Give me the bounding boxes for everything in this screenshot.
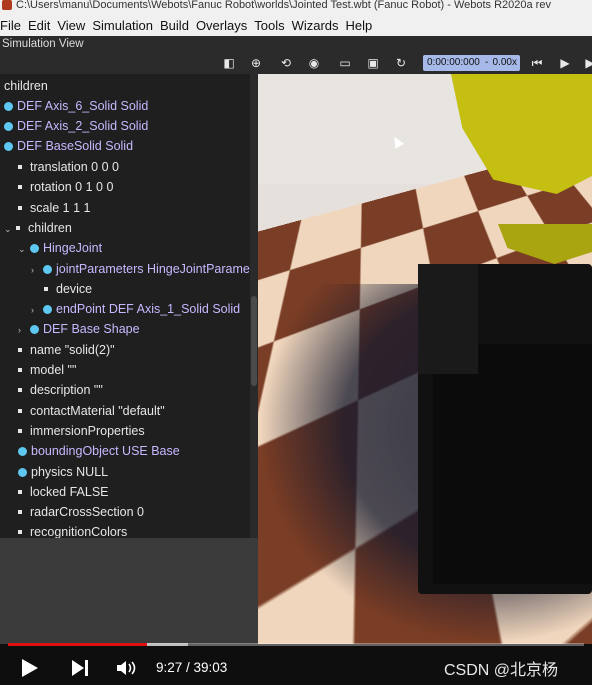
tree-item[interactable]: DEF Axis_6_Solid Solid [4, 96, 148, 116]
field-icon [18, 206, 22, 210]
tree-item[interactable]: children [4, 76, 48, 96]
chevron-right-icon[interactable]: › [31, 300, 40, 320]
field-icon [18, 185, 22, 189]
add-node-icon[interactable]: ⊕ [249, 56, 263, 70]
tree-item[interactable]: › jointParameters HingeJointParameters [31, 259, 258, 279]
tree-item[interactable]: contactMaterial "default" [18, 401, 165, 421]
menu-build[interactable]: Build [160, 18, 194, 33]
tree-item[interactable]: scale 1 1 1 [18, 198, 90, 218]
menu-overlays[interactable]: Overlays [196, 18, 252, 33]
tree-item[interactable]: immersionProperties [18, 421, 145, 441]
menu-simulation[interactable]: Simulation [92, 18, 158, 33]
menu-bar: File Edit View Simulation Build Overlays… [0, 14, 592, 36]
field-icon [16, 226, 20, 230]
window-title: C:\Users\manu\Documents\Webots\Fanuc Rob… [16, 0, 551, 11]
tree-item[interactable]: locked FALSE [18, 482, 109, 502]
chevron-down-icon[interactable]: ⌄ [4, 219, 13, 239]
tree-scrollbar[interactable] [250, 74, 258, 538]
tree-item[interactable]: device [44, 279, 92, 299]
save-world-icon[interactable]: ▣ [366, 56, 380, 70]
tree-item[interactable]: ⌄ children [4, 218, 72, 238]
tree-item[interactable]: physics NULL [18, 462, 108, 482]
reset-view-icon[interactable]: ⟲ [279, 56, 293, 70]
clock-separator: - [485, 57, 489, 68]
window-title-bar: C:\Users\manu\Documents\Webots\Fanuc Rob… [0, 0, 592, 14]
menu-tools[interactable]: Tools [254, 18, 289, 33]
tree-item[interactable]: DEF Axis_2_Solid Solid [4, 116, 148, 136]
menu-view[interactable]: View [57, 18, 90, 33]
node-icon [4, 142, 13, 151]
tree-item[interactable]: description "" [18, 380, 103, 400]
video-time: 9:27 / 39:03 [156, 660, 228, 675]
chevron-right-icon[interactable]: › [31, 260, 40, 280]
menu-edit[interactable]: Edit [28, 18, 55, 33]
run-icon[interactable]: ▶ [583, 56, 592, 70]
next-icon-bar [85, 660, 88, 676]
chevron-down-icon[interactable]: ⌄ [18, 239, 27, 259]
toggle-scene-tree-icon[interactable]: ◧ [222, 56, 236, 70]
scene-tree[interactable]: children DEF Axis_6_Solid Solid DEF Axis… [0, 74, 258, 538]
field-icon [18, 348, 22, 352]
field-icon [44, 287, 48, 291]
view-eye-icon[interactable]: ◉ [307, 56, 321, 70]
clock-speed: 0.00x [492, 57, 517, 68]
next-icon[interactable] [72, 660, 84, 676]
node-icon [4, 102, 13, 111]
node-icon [18, 447, 27, 456]
tree-scrollbar-thumb[interactable] [251, 296, 257, 386]
field-icon [18, 490, 22, 494]
tree-item[interactable]: › DEF Base Shape [18, 319, 140, 339]
webots-app-icon [2, 0, 12, 10]
reload-world-icon[interactable]: ↻ [394, 56, 408, 70]
open-world-icon[interactable]: ▭ [338, 56, 352, 70]
field-editor-area [0, 538, 258, 644]
tree-item[interactable]: ⌄ HingeJoint [18, 238, 102, 258]
tree-item[interactable]: boundingObject USE Base [18, 441, 180, 461]
field-icon [18, 409, 22, 413]
tree-item[interactable]: translation 0 0 0 [18, 157, 119, 177]
node-icon [30, 325, 39, 334]
clock-time: 0:00:00:000 [427, 57, 480, 68]
reset-simulation-icon[interactable]: ⏮ [530, 56, 544, 70]
simulation-view-title: Simulation View [0, 36, 592, 52]
step-icon[interactable]: ▶ [558, 56, 572, 70]
tree-item[interactable]: model "" [18, 360, 76, 380]
robot-base-front [433, 344, 592, 584]
video-player-controls: 9:27 / 39:03 CSDN @北京杨 [0, 646, 592, 685]
tree-item[interactable]: DEF BaseSolid Solid [4, 136, 133, 156]
node-icon [43, 265, 52, 274]
simulation-clock: 0:00:00:000 - 0.00x [423, 55, 520, 71]
play-icon[interactable] [22, 659, 38, 677]
field-icon [18, 368, 22, 372]
field-icon [18, 429, 22, 433]
watermark: CSDN @北京杨 [444, 662, 559, 679]
node-icon [43, 305, 52, 314]
node-icon [30, 244, 39, 253]
robot-arm-joint [418, 264, 478, 374]
tree-item[interactable]: rotation 0 1 0 0 [18, 177, 113, 197]
field-icon [18, 165, 22, 169]
node-icon [4, 122, 13, 131]
tree-item[interactable]: › endPoint DEF Axis_1_Solid Solid [31, 299, 240, 319]
field-icon [18, 530, 22, 534]
field-icon [18, 510, 22, 514]
tree-item[interactable]: radarCrossSection 0 [18, 502, 144, 522]
tree-item[interactable]: recognitionColors [18, 522, 127, 538]
node-icon [18, 468, 27, 477]
3d-viewport[interactable] [258, 74, 592, 644]
menu-file[interactable]: File [0, 18, 26, 33]
tree-item[interactable]: name "solid(2)" [18, 340, 115, 360]
menu-wizards[interactable]: Wizards [292, 18, 344, 33]
simulation-toolbar: ◧ ⊕ ⟲ ◉ ▭ ▣ ↻ 0:00:00:000 - 0.00x ⏮ ▶ ▶ [0, 52, 592, 74]
field-icon [18, 388, 22, 392]
chevron-right-icon[interactable]: › [18, 320, 27, 340]
volume-icon[interactable] [117, 661, 137, 675]
menu-help[interactable]: Help [346, 18, 378, 33]
